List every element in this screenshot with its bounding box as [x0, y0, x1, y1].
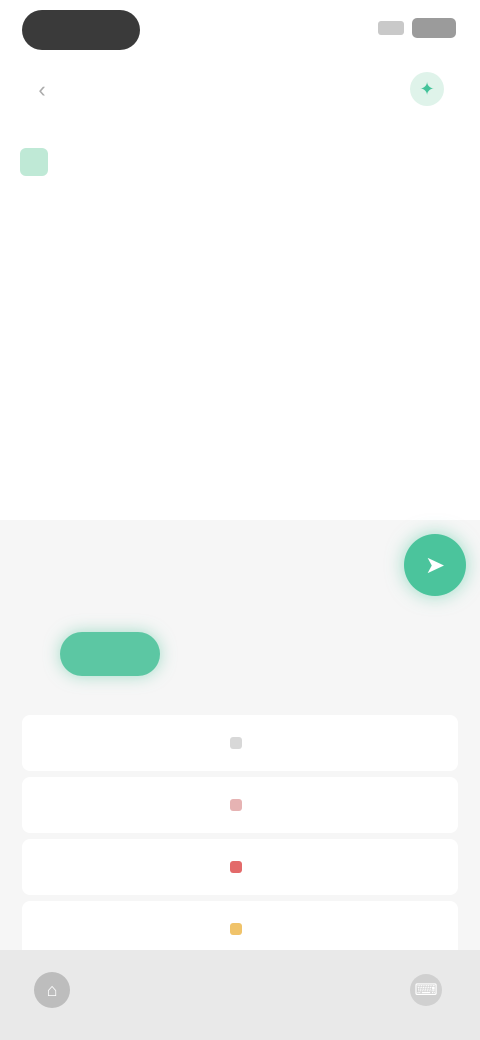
keyboard-icon: ⌨ [414, 982, 438, 999]
tab-4[interactable] [216, 632, 244, 676]
suggestion-item[interactable] [22, 715, 458, 771]
suggestion-dot [230, 861, 242, 873]
dynamic-island [22, 10, 140, 50]
note-row [20, 148, 460, 176]
input-row [20, 538, 400, 594]
home-button[interactable]: ⌂ [34, 972, 70, 1008]
bottom-bar: ⌂ ⌨ [0, 950, 480, 1040]
signal-icon [378, 21, 404, 35]
tab-1[interactable] [18, 632, 46, 676]
suggestion-list [22, 715, 458, 963]
suggestion-dot [230, 799, 242, 811]
send-button[interactable]: ➤ [404, 534, 466, 596]
back-button[interactable]: ‹ [30, 77, 54, 102]
category-tabs [0, 628, 480, 680]
tab-2-active[interactable] [60, 632, 160, 676]
suggestion-dot [230, 923, 242, 935]
send-arrow-icon: ➤ [424, 551, 446, 579]
note-icon [20, 148, 48, 176]
switch-keyboard-button[interactable]: ⌨ [410, 974, 442, 1006]
message-input[interactable] [20, 546, 400, 586]
suggestion-item[interactable] [22, 901, 458, 957]
header: ‹ ✦ [0, 64, 480, 120]
suggestion-item[interactable] [22, 839, 458, 895]
sparkle-icon: ✦ [419, 78, 435, 99]
status-icons [378, 18, 456, 38]
tab-5[interactable] [258, 632, 286, 676]
suggestion-item[interactable] [22, 777, 458, 833]
home-icon: ⌂ [46, 979, 58, 1000]
battery-icon [412, 18, 456, 38]
status-bar [0, 0, 480, 64]
suggestion-dot [230, 737, 242, 749]
composer-sheet: ➤ [0, 520, 480, 957]
tab-3[interactable] [174, 632, 202, 676]
back-arrow-icon: ‹ [38, 77, 46, 102]
sparkle-button[interactable]: ✦ [410, 72, 444, 106]
